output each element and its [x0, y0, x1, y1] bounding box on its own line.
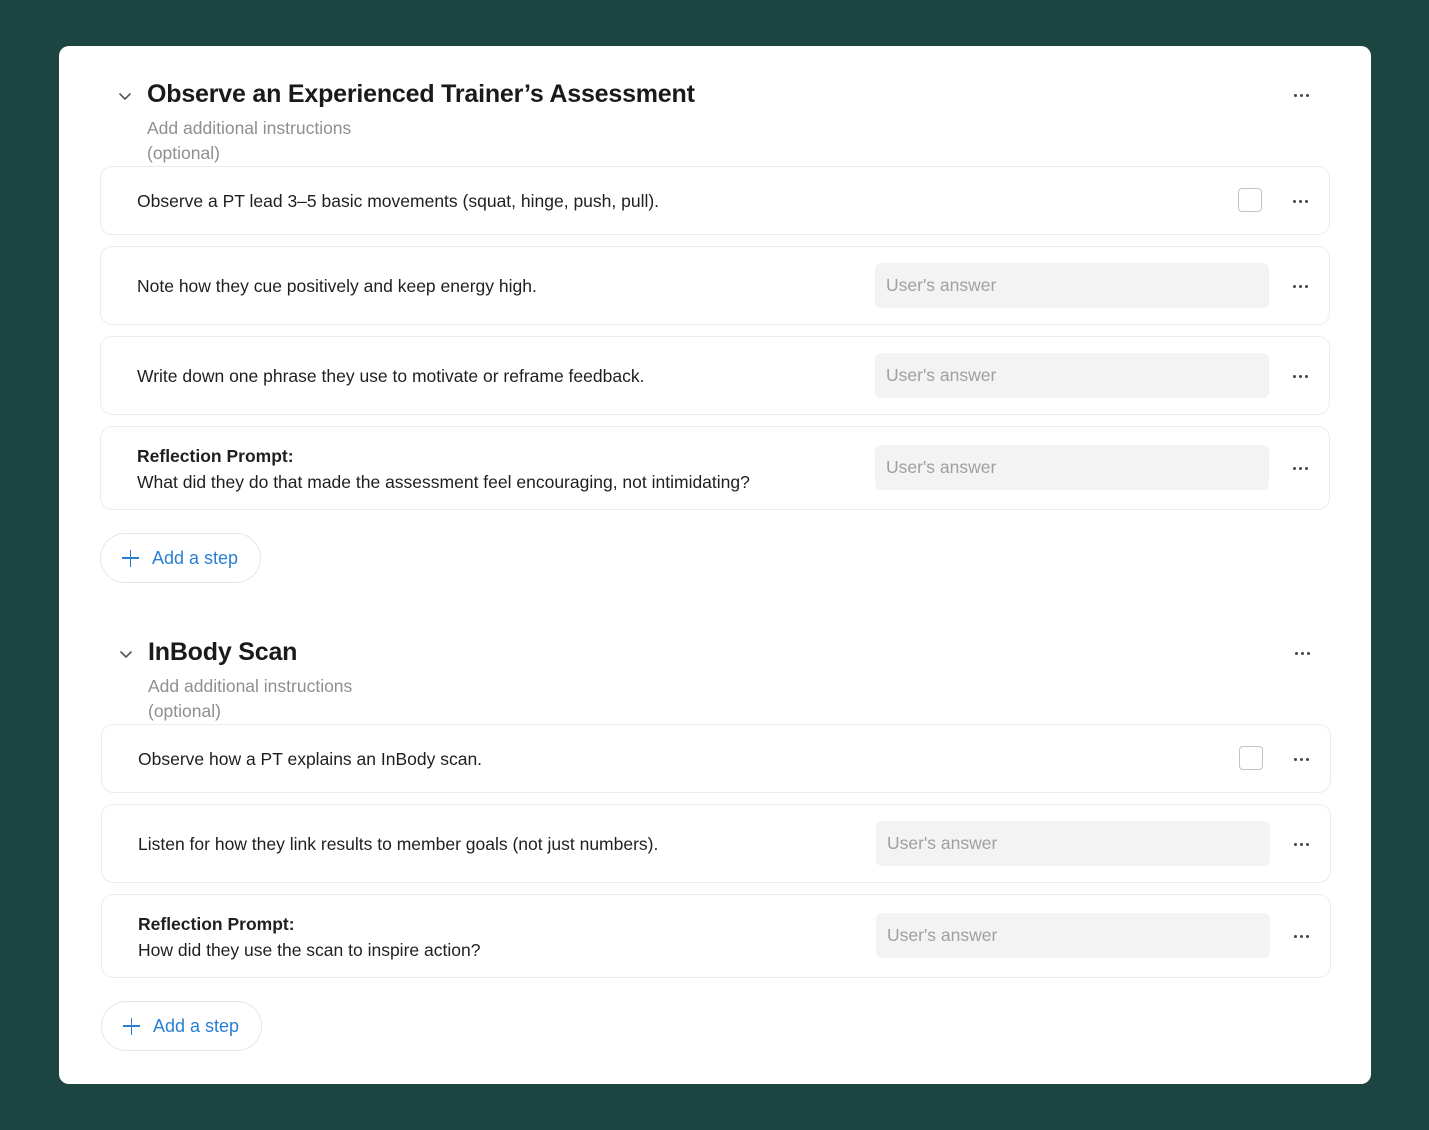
more-icon[interactable]: [1289, 924, 1313, 948]
section-trainer-assessment: Observe an Experienced Trainer’s Assessm…: [59, 46, 1371, 583]
section-instructions[interactable]: Add additional instructions (optional): [147, 116, 387, 166]
reflection-label: Reflection Prompt:: [138, 914, 295, 934]
more-icon[interactable]: [1288, 364, 1312, 388]
step-text: Write down one phrase they use to motiva…: [137, 366, 645, 386]
section-title[interactable]: Observe an Experienced Trainer’s Assessm…: [147, 80, 695, 109]
step-row: Note how they cue positively and keep en…: [100, 246, 1330, 325]
step-row: Observe how a PT explains an InBody scan…: [101, 724, 1331, 793]
step-row: Listen for how they link results to memb…: [101, 804, 1331, 883]
chevron-down-icon[interactable]: [118, 646, 134, 662]
add-step-button[interactable]: Add a step: [100, 533, 261, 583]
add-step-label: Add a step: [153, 1015, 240, 1036]
step-checkbox[interactable]: [1239, 746, 1263, 770]
reflection-question: How did they use the scan to inspire act…: [138, 940, 481, 960]
more-icon[interactable]: [1288, 189, 1312, 213]
answer-input[interactable]: [875, 263, 1269, 308]
step-row: Write down one phrase they use to motiva…: [100, 336, 1330, 415]
chevron-down-icon[interactable]: [117, 88, 133, 104]
step-checkbox[interactable]: [1238, 188, 1262, 212]
reflection-label: Reflection Prompt:: [137, 446, 294, 466]
add-step-label: Add a step: [152, 547, 239, 568]
step-text: Observe how a PT explains an InBody scan…: [138, 749, 483, 769]
answer-input[interactable]: [875, 445, 1269, 490]
more-icon[interactable]: [1288, 456, 1312, 480]
step-text: Reflection Prompt: What did they do that…: [137, 443, 750, 495]
step-text: Reflection Prompt: How did they use the …: [138, 911, 480, 963]
answer-input[interactable]: [876, 821, 1270, 866]
section-header: Observe an Experienced Trainer’s Assessm…: [59, 46, 1371, 166]
step-row: Observe a PT lead 3–5 basic movements (s…: [100, 166, 1330, 235]
step-row-reflection: Reflection Prompt: What did they do that…: [100, 426, 1330, 510]
add-step-button[interactable]: Add a step: [101, 1001, 262, 1051]
answer-input[interactable]: [875, 353, 1269, 398]
section-instructions[interactable]: Add additional instructions (optional): [148, 674, 388, 724]
answer-input[interactable]: [876, 913, 1270, 958]
task-editor-card: Observe an Experienced Trainer’s Assessm…: [59, 46, 1371, 1084]
step-text: Listen for how they link results to memb…: [138, 834, 659, 854]
more-icon[interactable]: [1289, 747, 1313, 771]
step-text: Observe a PT lead 3–5 basic movements (s…: [137, 191, 660, 211]
more-icon[interactable]: [1289, 83, 1313, 107]
plus-icon: [122, 549, 139, 567]
section-title[interactable]: InBody Scan: [148, 638, 297, 667]
more-icon[interactable]: [1288, 274, 1312, 298]
more-icon[interactable]: [1289, 832, 1313, 856]
step-text: Note how they cue positively and keep en…: [137, 276, 537, 296]
plus-icon: [123, 1017, 140, 1035]
section-inbody-scan: InBody Scan Add additional instructions …: [59, 604, 1371, 1051]
more-icon[interactable]: [1290, 641, 1314, 665]
step-row-reflection: Reflection Prompt: How did they use the …: [101, 894, 1331, 978]
reflection-question: What did they do that made the assessmen…: [137, 472, 750, 492]
section-header: InBody Scan Add additional instructions …: [59, 604, 1371, 724]
